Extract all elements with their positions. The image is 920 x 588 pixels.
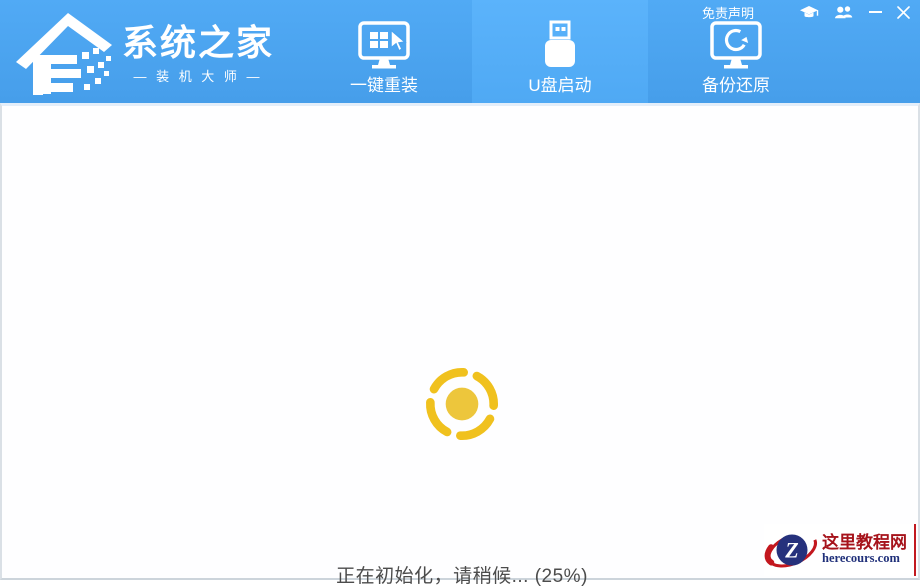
monitor-windows-icon	[355, 19, 413, 73]
tab-label: U盘启动	[528, 77, 591, 94]
close-button[interactable]	[897, 6, 910, 19]
usb-drive-icon	[531, 19, 589, 73]
tab-label: 一键重装	[350, 77, 418, 94]
watermark-text: 这里教程网 herecours.com	[822, 534, 907, 566]
brand-house-logo-icon	[14, 5, 114, 97]
watermark: Z 这里教程网 herecours.com	[764, 524, 916, 576]
minimize-button[interactable]	[869, 11, 882, 13]
minimize-icon	[869, 11, 882, 13]
watermark-site-name: 这里教程网	[822, 534, 907, 553]
titlebar-controls: 免责声明	[702, 4, 910, 20]
tab-usb-boot[interactable]: U盘启动	[472, 0, 648, 103]
users-icon[interactable]	[834, 5, 854, 19]
app-window: 系统之家 — 装 机 大 师 — 一键重装	[0, 0, 920, 580]
watermark-logo-letter: Z	[784, 538, 798, 563]
disclaimer-link[interactable]: 免责声明	[702, 3, 754, 22]
main-content: 正在初始化，请稍候... (25%) Z 这里教程网 herecours.com	[0, 103, 920, 580]
brand-subtitle: — 装 机 大 师 —	[122, 66, 274, 85]
watermark-z-logo-icon: Z	[764, 525, 820, 575]
monitor-restore-icon	[707, 19, 765, 73]
watermark-site-url: herecours.com	[822, 552, 907, 566]
brand-text: 系统之家 — 装 机 大 师 —	[122, 23, 274, 85]
loading-spinner-icon	[414, 356, 510, 452]
watermark-right-border	[914, 524, 916, 576]
titlebar: 系统之家 — 装 机 大 师 — 一键重装	[0, 0, 920, 103]
graduation-cap-icon[interactable]	[799, 5, 819, 20]
tab-onekey-reinstall[interactable]: 一键重装	[296, 0, 472, 103]
tab-label: 备份还原	[702, 77, 770, 94]
close-icon	[897, 6, 910, 19]
brand-title: 系统之家	[122, 23, 274, 63]
brand: 系统之家 — 装 机 大 师 —	[14, 5, 274, 97]
